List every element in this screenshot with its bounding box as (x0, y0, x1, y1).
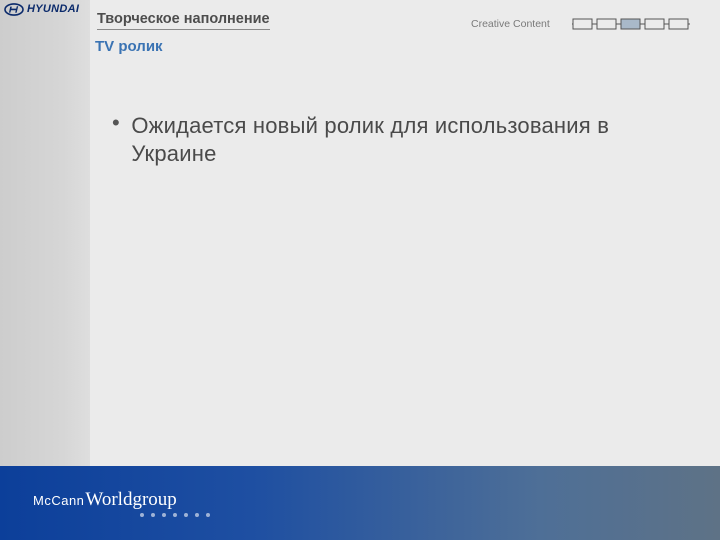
dot-icon (151, 513, 155, 517)
decorative-dots (140, 513, 210, 517)
slide-content-area (90, 0, 720, 466)
dot-icon (195, 513, 199, 517)
bullet-text: Ожидается новый ролик для использования … (131, 113, 610, 166)
hyundai-logo: HYUNDAI (4, 2, 90, 16)
dot-icon (184, 513, 188, 517)
mccann-worldgroup-logo: McCann Worldgroup (33, 489, 177, 511)
brand-mccann: McCann (33, 493, 85, 508)
dot-icon (140, 513, 144, 517)
nav-step-5 (668, 18, 689, 30)
hyundai-wordmark: HYUNDAI (27, 3, 80, 15)
bullet-dot-icon: • (112, 110, 120, 135)
nav-step-4 (644, 18, 665, 30)
bullet-item: • Ожидается новый ролик для использовани… (112, 110, 682, 168)
nav-step-1 (572, 18, 593, 30)
nav-step-3-active (620, 18, 641, 30)
dot-icon (173, 513, 177, 517)
section-progress-nav (572, 18, 690, 30)
nav-step-2 (596, 18, 617, 30)
left-sidebar-band (0, 0, 90, 466)
slide-subtitle: TV ролик (95, 38, 163, 55)
dot-icon (162, 513, 166, 517)
section-title: Творческое наполнение (97, 11, 270, 30)
dot-icon (206, 513, 210, 517)
breadcrumb: Creative Content (471, 18, 550, 30)
hyundai-emblem-icon (4, 2, 24, 16)
brand-worldgroup: Worldgroup (85, 489, 177, 510)
